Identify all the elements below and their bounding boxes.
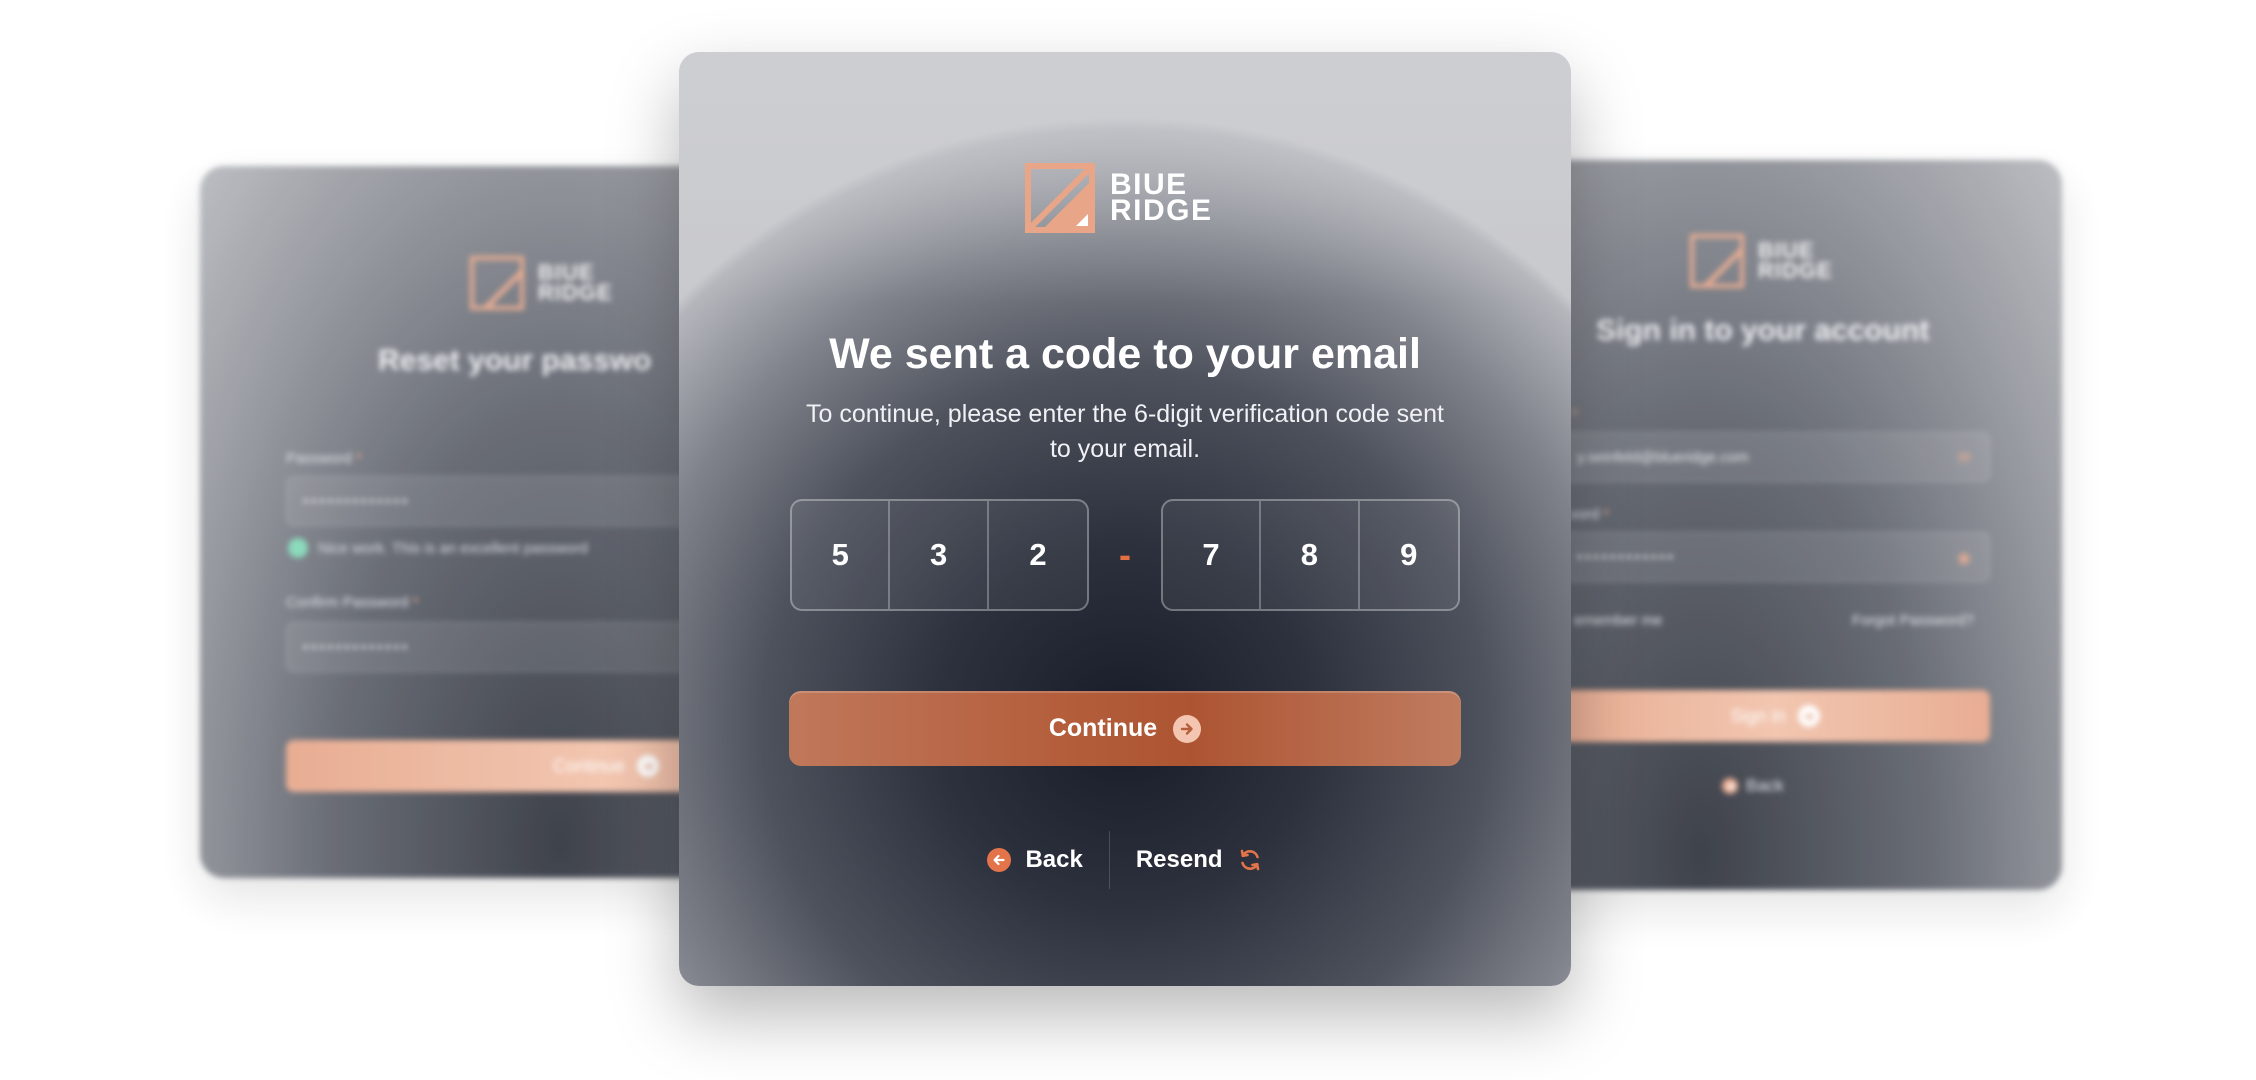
resend-label: Resend: [1135, 846, 1223, 873]
required-marker: *: [412, 594, 419, 611]
code-group-first: 5 3 2: [790, 499, 1090, 611]
required-marker: *: [1603, 506, 1610, 523]
instructions-text: To continue, please enter the 6-digit ve…: [806, 400, 1444, 463]
password-label: Password *: [286, 450, 362, 467]
sign-in-button[interactable]: Sign in ➜: [1560, 690, 1990, 742]
back-label: Back: [1025, 846, 1083, 873]
verification-card: BIUE RIDGE We sent a code to your email …: [679, 52, 1571, 986]
reset-password-title: Reset your passwo: [378, 344, 652, 377]
arrow-left-icon: ◀: [1722, 778, 1738, 794]
code-digit-4[interactable]: 7: [1163, 501, 1262, 609]
code-digit-3[interactable]: 2: [989, 501, 1087, 609]
brand-logo: BIUE RIDGE: [1690, 234, 1833, 288]
arrow-right-icon: ➜: [637, 755, 660, 777]
brand-logo: BIUE RIDGE: [470, 256, 613, 310]
page-title: We sent a code to your email: [829, 330, 1421, 378]
password-label: vord *: [1570, 506, 1610, 523]
bottom-actions: Back Resend: [679, 830, 1571, 890]
code-group-second: 7 8 9: [1160, 499, 1460, 611]
remember-me-checkbox[interactable]: emember me: [1574, 612, 1662, 629]
resend-link[interactable]: Resend: [1110, 846, 1289, 874]
email-field[interactable]: y.seinfeld@blueridge.com ✉: [1560, 432, 1990, 482]
brand-logo: BIUE RIDGE: [1024, 162, 1213, 234]
refresh-icon: [1240, 849, 1259, 871]
email-label: *: [1572, 406, 1578, 423]
check-icon: [288, 538, 308, 558]
arrow-left-icon: [987, 848, 1012, 872]
back-link[interactable]: ◀ Back: [1722, 776, 1784, 796]
code-digit-1[interactable]: 5: [792, 501, 891, 609]
code-digit-2[interactable]: 3: [890, 501, 989, 609]
required-marker: *: [1572, 406, 1578, 423]
brand-mark-icon: [470, 256, 524, 310]
sign-in-title: Sign in to your account: [1596, 314, 1930, 347]
mail-icon: ✉: [1957, 450, 1971, 467]
brand-mark-icon: [1025, 163, 1095, 233]
verification-code-input: 5 3 2 - 7 8 9: [790, 499, 1460, 611]
confirm-password-label: Confirm Password *: [286, 594, 419, 611]
required-marker: *: [356, 450, 362, 467]
brand-mark-icon: [1690, 234, 1744, 288]
brand-wordmark: BIUE RIDGE: [1758, 238, 1833, 283]
password-field[interactable]: •••••••••••• ◉: [1560, 532, 1990, 582]
eye-off-icon[interactable]: ◉: [1957, 548, 1971, 568]
continue-label: Continue: [1048, 714, 1158, 742]
code-separator: -: [1119, 534, 1131, 575]
brand-wordmark: BIUE RIDGE: [1110, 168, 1213, 227]
back-link[interactable]: Back: [961, 846, 1108, 874]
arrow-right-icon: ➜: [1797, 705, 1820, 727]
password-strength-hint: Nice work. This is an excellent password: [288, 538, 588, 558]
brand-wordmark: BIUE RIDGE: [538, 260, 613, 305]
continue-button[interactable]: Continue: [789, 691, 1461, 766]
code-digit-5[interactable]: 8: [1261, 501, 1360, 609]
code-digit-6[interactable]: 9: [1360, 501, 1458, 609]
forgot-password-link[interactable]: Forgot Password?: [1852, 612, 1974, 629]
arrow-right-icon: [1173, 714, 1202, 743]
